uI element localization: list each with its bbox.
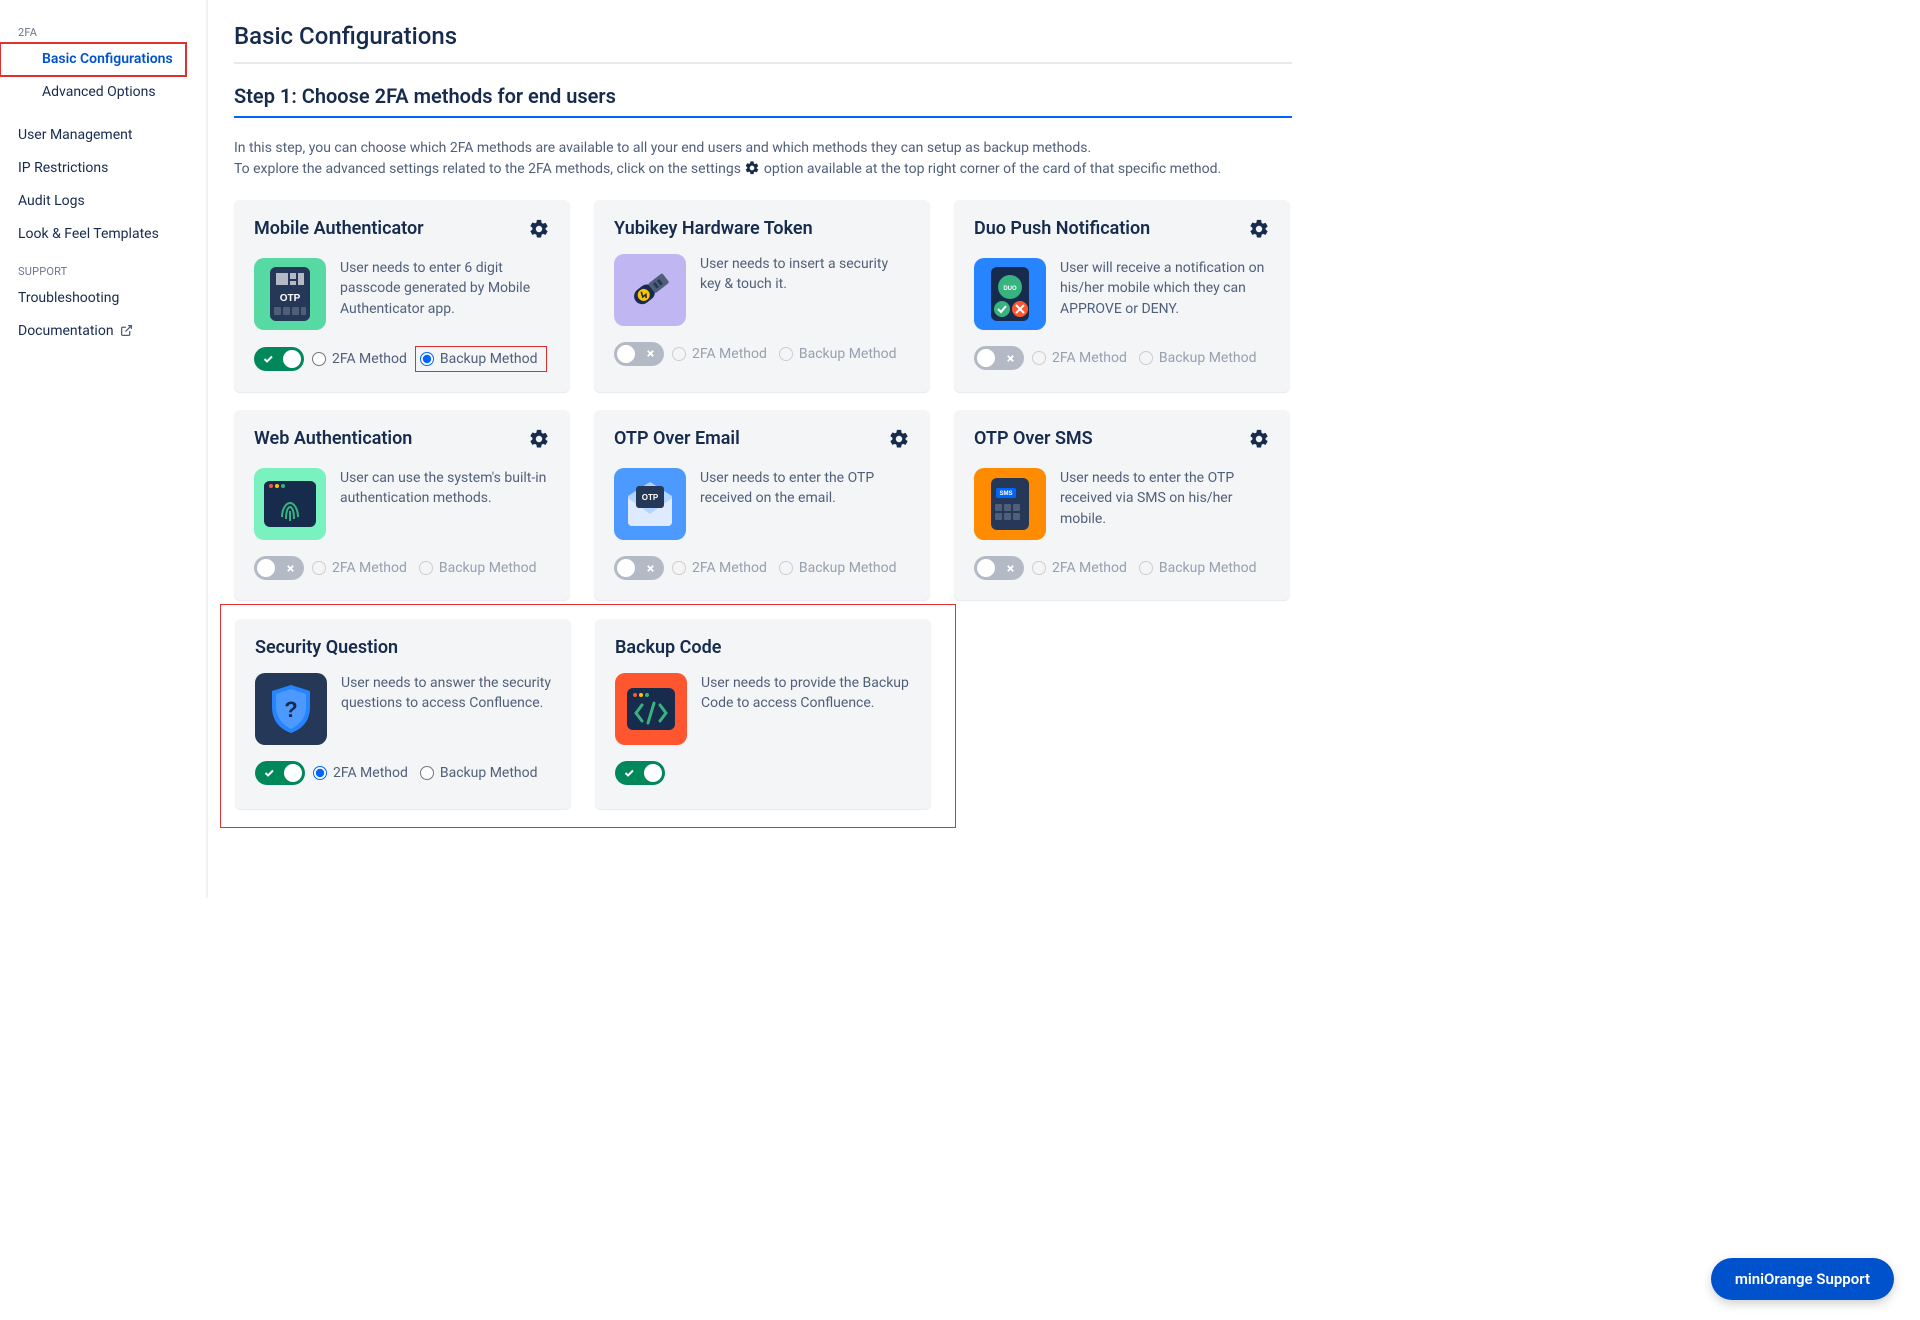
card-title: Backup Code	[615, 637, 721, 659]
enable-toggle[interactable]	[254, 347, 304, 371]
gear-icon[interactable]	[1248, 428, 1270, 454]
card-title: OTP Over SMS	[974, 428, 1093, 450]
card-desc: User needs to insert a security key & to…	[700, 254, 910, 326]
enable-toggle[interactable]	[254, 556, 304, 580]
email-otp-icon: OTP	[614, 468, 686, 540]
enable-toggle[interactable]	[255, 761, 305, 785]
radio-backup-method[interactable]: Backup Method	[1139, 350, 1257, 366]
gear-icon[interactable]	[528, 218, 550, 244]
sidebar-item-look-feel-templates[interactable]: Look & Feel Templates	[0, 218, 206, 251]
yubikey-icon	[614, 254, 686, 326]
enable-toggle[interactable]	[615, 761, 665, 785]
fingerprint-icon	[254, 468, 326, 540]
x-icon	[1003, 351, 1017, 365]
gear-icon[interactable]	[528, 428, 550, 454]
card-title: Yubikey Hardware Token	[614, 218, 813, 240]
sidebar-documentation-label: Documentation	[18, 323, 114, 339]
sidebar-item-ip-restrictions[interactable]: IP Restrictions	[0, 152, 206, 185]
svg-text:DUO: DUO	[1003, 286, 1017, 292]
card-otp-email: OTP Over Email OTP User needs to enter t…	[594, 410, 930, 600]
svg-text:SMS: SMS	[999, 491, 1012, 497]
x-icon	[283, 561, 297, 575]
card-otp-sms: OTP Over SMS SMS User needs to enter the…	[954, 410, 1290, 600]
x-icon	[643, 347, 657, 361]
card-backup-code: Backup Code User needs to provide the Ba…	[595, 619, 931, 809]
duo-push-icon: DUO	[974, 258, 1046, 330]
intro-line-2: To explore the advanced settings related…	[234, 159, 1292, 180]
sms-otp-icon: SMS	[974, 468, 1046, 540]
svg-text:?: ?	[284, 697, 297, 722]
card-mobile-authenticator: Mobile Authenticator OTP User needs to e…	[234, 200, 570, 392]
card-desc: User needs to enter the OTP received via…	[1060, 468, 1270, 540]
sidebar-item-basic-configurations[interactable]: Basic Configurations	[0, 43, 186, 76]
card-desc: User needs to enter 6 digit passcode gen…	[340, 258, 550, 330]
sidebar-item-documentation[interactable]: Documentation	[0, 315, 206, 348]
card-title: Mobile Authenticator	[254, 218, 424, 240]
highlighted-backup-radio: Backup Method	[415, 346, 547, 372]
check-icon	[622, 766, 636, 780]
radio-backup-method[interactable]: Backup Method	[419, 560, 537, 576]
card-duo-push: Duo Push Notification DUO User will rece…	[954, 200, 1290, 392]
sidebar-item-troubleshooting[interactable]: Troubleshooting	[0, 282, 206, 315]
sidebar: 2FA Basic Configurations Advanced Option…	[0, 0, 208, 898]
support-button[interactable]: miniOrange Support	[1711, 1258, 1894, 1300]
cards-grid: Mobile Authenticator OTP User needs to e…	[234, 200, 1292, 600]
enable-toggle[interactable]	[614, 556, 664, 580]
highlighted-cards-group: Security Question ? User needs to answer…	[220, 604, 956, 828]
gear-icon[interactable]	[888, 428, 910, 454]
sidebar-item-advanced-options[interactable]: Advanced Options	[0, 76, 206, 109]
card-desc: User will receive a notification on his/…	[1060, 258, 1270, 330]
card-web-authentication: Web Authentication User can use the syst…	[234, 410, 570, 600]
intro-line-1: In this step, you can choose which 2FA m…	[234, 138, 1292, 159]
security-question-icon: ?	[255, 673, 327, 745]
enable-toggle[interactable]	[974, 346, 1024, 370]
x-icon	[643, 561, 657, 575]
authenticator-app-icon: OTP	[254, 258, 326, 330]
page-title: Basic Configurations	[234, 22, 1292, 64]
radio-2fa-method[interactable]: 2FA Method	[1032, 350, 1127, 366]
card-title: Web Authentication	[254, 428, 412, 450]
intro-text: In this step, you can choose which 2FA m…	[234, 138, 1292, 180]
sidebar-item-audit-logs[interactable]: Audit Logs	[0, 185, 206, 218]
gear-icon	[744, 161, 760, 177]
radio-2fa-method[interactable]: 2FA Method	[1032, 560, 1127, 576]
radio-backup-method[interactable]: Backup Method	[420, 351, 538, 367]
card-title: Security Question	[255, 637, 398, 659]
radio-backup-method[interactable]: Backup Method	[779, 560, 897, 576]
card-desc: User needs to provide the Backup Code to…	[701, 673, 911, 745]
card-title: OTP Over Email	[614, 428, 740, 450]
gear-icon[interactable]	[1248, 218, 1270, 244]
radio-2fa-method[interactable]: 2FA Method	[313, 765, 408, 781]
x-icon	[1003, 561, 1017, 575]
backup-code-icon	[615, 673, 687, 745]
card-desc: User needs to enter the OTP received on …	[700, 468, 910, 540]
svg-text:OTP: OTP	[642, 493, 659, 502]
svg-text:OTP: OTP	[280, 293, 301, 304]
card-desc: User can use the system's built-in authe…	[340, 468, 550, 540]
external-link-icon	[117, 323, 133, 339]
radio-backup-method[interactable]: Backup Method	[420, 765, 538, 781]
sidebar-item-user-management[interactable]: User Management	[0, 119, 206, 152]
check-icon	[261, 352, 275, 366]
card-title: Duo Push Notification	[974, 218, 1150, 240]
step-title: Step 1: Choose 2FA methods for end users	[234, 84, 1292, 118]
radio-backup-method[interactable]: Backup Method	[779, 346, 897, 362]
card-desc: User needs to answer the security questi…	[341, 673, 551, 745]
sidebar-section-support: SUPPORT	[0, 261, 206, 282]
radio-backup-method[interactable]: Backup Method	[1139, 560, 1257, 576]
card-security-question: Security Question ? User needs to answer…	[235, 619, 571, 809]
radio-2fa-method[interactable]: 2FA Method	[672, 346, 767, 362]
card-yubikey: Yubikey Hardware Token User needs to ins…	[594, 200, 930, 392]
radio-2fa-method[interactable]: 2FA Method	[672, 560, 767, 576]
enable-toggle[interactable]	[614, 342, 664, 366]
radio-2fa-method[interactable]: 2FA Method	[312, 351, 407, 367]
main-content: Basic Configurations Step 1: Choose 2FA …	[208, 0, 1318, 898]
check-icon	[262, 766, 276, 780]
radio-2fa-method[interactable]: 2FA Method	[312, 560, 407, 576]
sidebar-section-2fa: 2FA	[0, 22, 206, 43]
enable-toggle[interactable]	[974, 556, 1024, 580]
